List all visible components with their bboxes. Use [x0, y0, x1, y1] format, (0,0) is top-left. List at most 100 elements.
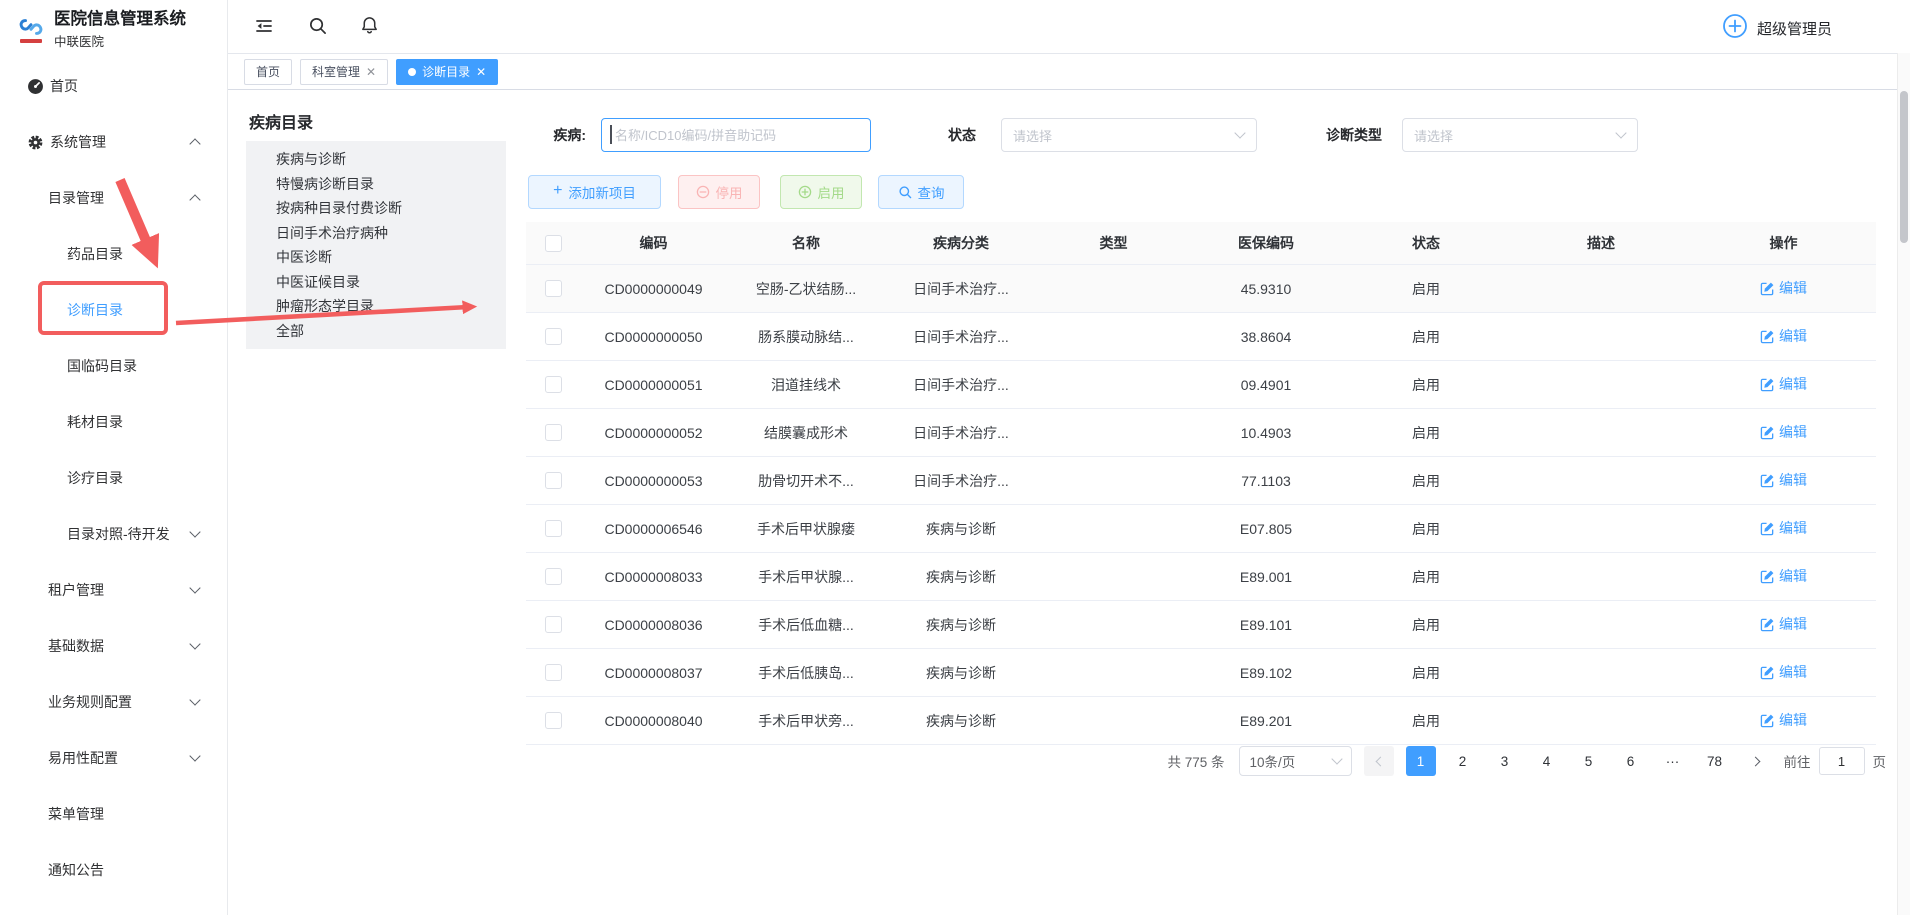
edit-button[interactable]: 编辑	[1760, 710, 1807, 730]
cell-code: CD0000000050	[581, 313, 726, 361]
sidebar-item-diagnosis-catalog[interactable]: 诊断目录	[0, 282, 227, 338]
tree-item-disease-diagnosis[interactable]: 疾病与诊断	[246, 147, 506, 172]
sidebar-item-label: 易用性配置	[48, 748, 118, 768]
row-checkbox[interactable]	[545, 472, 562, 489]
tree-item-all[interactable]: 全部	[246, 319, 506, 344]
sidebar-item-menu-management[interactable]: 菜单管理	[0, 786, 227, 842]
edit-icon	[1760, 377, 1775, 392]
cell-type	[1036, 409, 1191, 457]
prev-page-button[interactable]	[1364, 746, 1394, 776]
edit-button[interactable]: 编辑	[1760, 326, 1807, 346]
edit-button[interactable]: 编辑	[1760, 422, 1807, 442]
sidebar-item-tenant-management[interactable]: 租户管理	[0, 562, 227, 618]
page-button-3[interactable]: 3	[1490, 746, 1520, 776]
add-item-button[interactable]: + 添加新项目	[528, 175, 661, 209]
sidebar-item-consumable-catalog[interactable]: 耗材目录	[0, 394, 227, 450]
tab-diagnosis-catalog[interactable]: 诊断目录✕	[396, 59, 498, 85]
cell-insurance-code: E89.001	[1191, 553, 1341, 601]
sidebar-item-notice[interactable]: 通知公告	[0, 842, 227, 898]
sidebar-item-home[interactable]: 首页	[0, 58, 227, 114]
edit-button[interactable]: 编辑	[1760, 374, 1807, 394]
cell-description	[1511, 457, 1691, 505]
tree-item-tcm-syndrome-catalog[interactable]: 中医证候目录	[246, 270, 506, 295]
chevron-down-icon	[189, 638, 200, 649]
edit-label: 编辑	[1779, 710, 1807, 730]
tab-home[interactable]: 首页	[244, 59, 292, 85]
sidebar-item-catalog-management[interactable]: 目录管理	[0, 170, 227, 226]
cell-type	[1036, 601, 1191, 649]
query-label: 查询	[918, 182, 945, 202]
tree-item-day-surgery[interactable]: 日间手术治疗病种	[246, 221, 506, 246]
select-all-checkbox[interactable]	[545, 235, 562, 252]
cell-code: CD0000000051	[581, 361, 726, 409]
cell-description	[1511, 313, 1691, 361]
search-icon[interactable]	[308, 16, 327, 40]
tree-item-tcm-diagnosis[interactable]: 中医诊断	[246, 245, 506, 270]
page-button-1[interactable]: 1	[1406, 746, 1436, 776]
table-row: CD0000000051泪道挂线术日间手术治疗...09.4901启用编辑	[526, 361, 1876, 409]
tree-item-special-chronic-catalog[interactable]: 特慢病诊断目录	[246, 172, 506, 197]
table-row: CD0000008036手术后低血糖...疾病与诊断E89.101启用编辑	[526, 601, 1876, 649]
sidebar-item-catalog-mapping[interactable]: 目录对照-待开发	[0, 506, 227, 562]
goto-page-input[interactable]	[1819, 747, 1865, 775]
cell-status: 启用	[1341, 409, 1511, 457]
row-checkbox[interactable]	[545, 328, 562, 345]
page-size-select[interactable]: 10条/页	[1239, 746, 1352, 776]
tree-item-per-disease-payment[interactable]: 按病种目录付费诊断	[246, 196, 506, 221]
query-button[interactable]: 查询	[878, 175, 964, 209]
page-button-78[interactable]: 78	[1700, 746, 1730, 776]
row-checkbox[interactable]	[545, 376, 562, 393]
close-icon[interactable]: ✕	[366, 66, 376, 78]
row-checkbox[interactable]	[545, 712, 562, 729]
enable-button[interactable]: 启用	[780, 175, 862, 209]
cell-code: CD0000000049	[581, 265, 726, 313]
active-dot	[408, 68, 416, 76]
sidebar-item-business-rule-config[interactable]: 业务规则配置	[0, 674, 227, 730]
row-checkbox[interactable]	[545, 616, 562, 633]
scrollbar-thumb[interactable]	[1900, 91, 1908, 243]
sidebar-item-usability-config[interactable]: 易用性配置	[0, 730, 227, 786]
page-button-4[interactable]: 4	[1532, 746, 1562, 776]
sidebar-item-drug-catalog[interactable]: 药品目录	[0, 226, 227, 282]
plus-icon: +	[553, 183, 562, 199]
status-select[interactable]: 请选择	[1001, 118, 1257, 152]
cell-name: 空肠-乙状结肠...	[726, 265, 886, 313]
edit-label: 编辑	[1779, 374, 1807, 394]
page-button-6[interactable]: 6	[1616, 746, 1646, 776]
sidebar-item-national-code-catalog[interactable]: 国临码目录	[0, 338, 227, 394]
user-menu[interactable]: 超级管理员	[1722, 13, 1832, 44]
add-item-label: 添加新项目	[568, 182, 636, 202]
notification-bell-icon[interactable]	[360, 15, 379, 40]
row-checkbox[interactable]	[545, 424, 562, 441]
edit-button[interactable]: 编辑	[1760, 470, 1807, 490]
sidebar-item-system-management[interactable]: 系统管理	[0, 114, 227, 170]
page-ellipsis[interactable]: ···	[1658, 746, 1688, 776]
cell-code: CD0000008036	[581, 601, 726, 649]
tree-item-tumor-morphology-catalog[interactable]: 肿瘤形态学目录	[246, 294, 506, 319]
edit-button[interactable]: 编辑	[1760, 566, 1807, 586]
sidebar-item-base-data[interactable]: 基础数据	[0, 618, 227, 674]
next-page-button[interactable]	[1742, 746, 1772, 776]
page-button-5[interactable]: 5	[1574, 746, 1604, 776]
row-checkbox[interactable]	[545, 280, 562, 297]
collapse-menu-icon[interactable]	[254, 16, 274, 41]
edit-button[interactable]: 编辑	[1760, 278, 1807, 298]
row-checkbox[interactable]	[545, 664, 562, 681]
row-checkbox[interactable]	[545, 568, 562, 585]
close-icon[interactable]: ✕	[476, 66, 486, 78]
row-checkbox[interactable]	[545, 520, 562, 537]
tab-department-management[interactable]: 科室管理✕	[300, 59, 388, 85]
disable-button[interactable]: 停用	[678, 175, 760, 209]
disease-search-input[interactable]	[601, 118, 871, 152]
page-button-2[interactable]: 2	[1448, 746, 1478, 776]
sidebar-item-treatment-catalog[interactable]: 诊疗目录	[0, 450, 227, 506]
edit-button[interactable]: 编辑	[1760, 614, 1807, 634]
cell-code: CD0000000053	[581, 457, 726, 505]
cell-category: 疾病与诊断	[886, 697, 1036, 745]
diagnosis-type-select[interactable]: 请选择	[1402, 118, 1638, 152]
edit-button[interactable]: 编辑	[1760, 662, 1807, 682]
top-header: 超级管理员	[228, 0, 1910, 53]
goto-suffix: 页	[1873, 751, 1887, 771]
edit-button[interactable]: 编辑	[1760, 518, 1807, 538]
status-select-placeholder: 请选择	[1013, 126, 1052, 145]
